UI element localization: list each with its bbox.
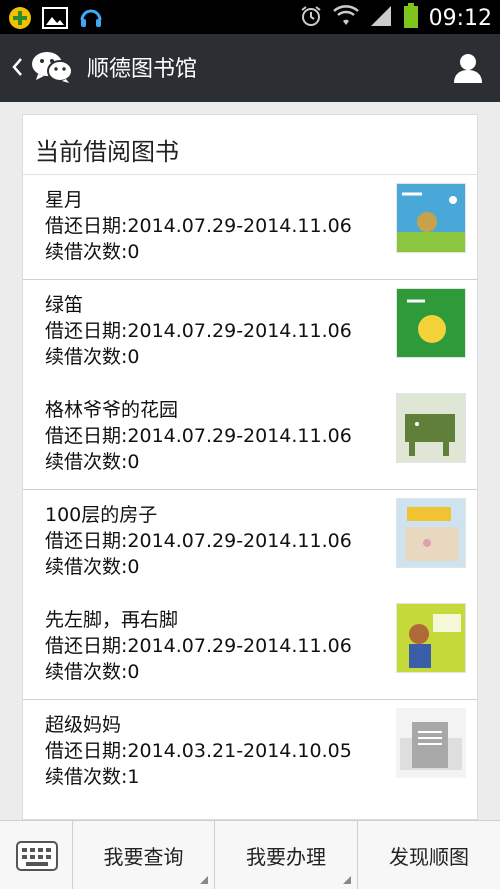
book-cover-image xyxy=(396,183,466,253)
status-time: 09:12 xyxy=(428,5,492,31)
menu-discover-button[interactable]: 发现顺图 xyxy=(358,821,500,889)
menu-discover-label: 发现顺图 xyxy=(389,845,469,869)
back-button[interactable] xyxy=(10,52,80,86)
submenu-indicator-icon xyxy=(200,876,208,884)
book-borrow-dates: 借还日期:2014.07.29-2014.11.06 xyxy=(45,215,352,237)
book-borrow-dates: 借还日期:2014.07.29-2014.11.06 xyxy=(45,635,352,657)
book-title: 绿笛 xyxy=(45,294,84,316)
book-item[interactable]: 先左脚，再右脚 借还日期:2014.07.29-2014.11.06 续借次数:… xyxy=(23,595,477,700)
book-borrow-dates: 借还日期:2014.07.29-2014.11.06 xyxy=(45,530,352,552)
chevron-left-icon xyxy=(10,56,24,82)
menu-handle-button[interactable]: 我要办理 xyxy=(215,821,358,889)
user-profile-icon xyxy=(452,54,484,88)
book-cover-image xyxy=(396,393,466,463)
app-notification-icon xyxy=(8,6,32,34)
page-title: 顺德图书馆 xyxy=(87,57,198,82)
book-borrow-dates: 借还日期:2014.03.21-2014.10.05 xyxy=(45,740,352,762)
book-title: 超级妈妈 xyxy=(45,714,122,736)
book-title: 星月 xyxy=(45,189,84,211)
image-notification-icon xyxy=(42,7,68,33)
title-bar: 顺德图书馆 xyxy=(0,34,500,102)
book-item[interactable]: 100层的房子 借还日期:2014.07.29-2014.11.06 续借次数:… xyxy=(23,490,477,595)
book-renewal-count: 续借次数:0 xyxy=(45,241,140,263)
book-cover-image xyxy=(396,288,466,358)
book-renewal-count: 续借次数:0 xyxy=(45,556,140,578)
book-item[interactable]: 超级妈妈 借还日期:2014.03.21-2014.10.05 续借次数:1 xyxy=(23,700,477,805)
book-cover-placeholder xyxy=(396,708,466,778)
battery-icon xyxy=(403,3,419,33)
card-title: 当前借阅图书 xyxy=(35,138,179,166)
menu-query-button[interactable]: 我要查询 xyxy=(73,821,215,889)
alarm-icon xyxy=(299,4,323,32)
book-item[interactable]: 星月 借还日期:2014.07.29-2014.11.06 续借次数:0 xyxy=(23,175,477,280)
wifi-icon xyxy=(332,5,359,31)
book-title: 100层的房子 xyxy=(45,504,158,526)
book-renewal-count: 续借次数:0 xyxy=(45,346,140,368)
book-item[interactable]: 绿笛 借还日期:2014.07.29-2014.11.06 续借次数:0 xyxy=(23,280,477,385)
borrowed-books-card: 当前借阅图书 星月 借还日期:2014.07.29-2014.11.06 续借次… xyxy=(22,114,478,820)
book-renewal-count: 续借次数:0 xyxy=(45,451,140,473)
book-title: 格林爷爷的花园 xyxy=(45,399,179,421)
keyboard-icon xyxy=(16,841,58,875)
keyboard-toggle-button[interactable] xyxy=(0,821,73,889)
book-renewal-count: 续借次数:1 xyxy=(45,766,140,788)
book-borrow-dates: 借还日期:2014.07.29-2014.11.06 xyxy=(45,320,352,342)
book-cover-image xyxy=(396,498,466,568)
submenu-indicator-icon xyxy=(343,876,351,884)
wechat-logo-icon xyxy=(30,50,74,88)
book-title: 先左脚，再右脚 xyxy=(45,609,179,631)
book-renewal-count: 续借次数:0 xyxy=(45,661,140,683)
profile-button[interactable] xyxy=(452,52,484,84)
status-bar: 09:12 xyxy=(0,0,500,34)
bottom-menu-bar: 我要查询 我要办理 发现顺图 xyxy=(0,820,500,889)
menu-query-label: 我要查询 xyxy=(103,845,184,869)
book-cover-image xyxy=(396,603,466,673)
headset-notification-icon xyxy=(78,5,104,35)
signal-icon xyxy=(369,5,393,31)
menu-handle-label: 我要办理 xyxy=(246,845,326,869)
book-borrow-dates: 借还日期:2014.07.29-2014.11.06 xyxy=(45,425,352,447)
book-item[interactable]: 格林爷爷的花园 借还日期:2014.07.29-2014.11.06 续借次数:… xyxy=(23,385,477,490)
